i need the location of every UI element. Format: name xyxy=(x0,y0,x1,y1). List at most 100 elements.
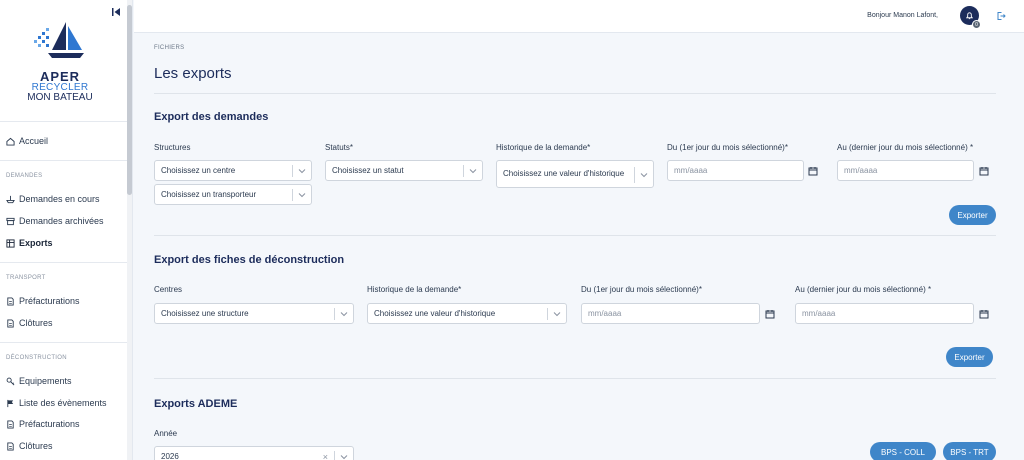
logout-icon[interactable] xyxy=(996,11,1006,21)
sidebar-item-label: Accueil xyxy=(19,136,49,146)
statut-select-placeholder: Choisissez un statut xyxy=(332,166,404,175)
statuts-label: Statuts* xyxy=(325,143,354,152)
sidebar-item-label: Clôtures xyxy=(19,318,53,328)
sidebar-item-demandes-archivees[interactable]: Demandes archivées xyxy=(6,213,104,229)
calendar-icon[interactable] xyxy=(765,309,775,319)
archive-icon xyxy=(6,217,15,225)
bps-coll-button[interactable]: BPS - COLL xyxy=(870,442,936,460)
sidebar-item-equipements[interactable]: Equipements xyxy=(6,373,72,389)
chevron-down-icon xyxy=(298,193,306,198)
sidebar-item-prefacturations[interactable]: Préfacturations xyxy=(6,293,80,309)
sidebar: APER RECYCLER MON BATEAU Accueil DEMANDE… xyxy=(0,0,133,460)
centre-select-placeholder: Choisissez un centre xyxy=(161,166,236,175)
structure-select[interactable]: Choisissez une structure xyxy=(154,303,354,324)
transporteur-select[interactable]: Choisissez un transporteur xyxy=(154,184,312,205)
select-separator xyxy=(334,308,335,320)
section-title-export-demandes: Export des demandes xyxy=(154,111,269,123)
table-icon xyxy=(6,238,15,248)
section-title-export-fiches: Export des fiches de déconstruction xyxy=(154,254,345,266)
calendar-icon[interactable] xyxy=(979,309,989,319)
au-label: Au (dernier jour du mois sélectionné) * xyxy=(837,143,974,152)
export-fiches-button[interactable]: Exporter xyxy=(946,347,993,367)
document-icon xyxy=(7,419,14,429)
annee-label: Année xyxy=(154,429,178,438)
sidebar-item-label: Préfacturations xyxy=(19,296,80,306)
sidebar-item-label: Préfacturations xyxy=(19,419,80,429)
chevron-down-icon xyxy=(553,312,561,317)
au-date-input[interactable]: mm/aaaa xyxy=(837,160,974,181)
statut-select[interactable]: Choisissez un statut xyxy=(325,160,483,181)
sidebar-scroll-thumb[interactable] xyxy=(127,5,132,195)
export-demandes-button[interactable]: Exporter xyxy=(949,205,996,225)
annee-select-value: 2026 xyxy=(161,452,179,460)
du-fiches-label: Du (1er jour du mois sélectionné)* xyxy=(581,285,702,294)
nav-section-deconstruction: DÉCONSTRUCTION xyxy=(6,355,67,361)
select-separator xyxy=(292,165,293,177)
brand-name: APER RECYCLER MON BATEAU xyxy=(0,70,120,103)
section-title-exports-ademe: Exports ADEME xyxy=(154,398,238,410)
du-date-input[interactable]: mm/aaaa xyxy=(667,160,804,181)
historique-fiches-select[interactable]: Choisissez une valeur d'historique xyxy=(367,303,567,324)
top-bar: Bonjour Manon Lafont, 0 xyxy=(134,0,1024,33)
chevron-down-icon xyxy=(298,169,306,174)
select-separator xyxy=(547,308,548,320)
sidebar-item-clotures[interactable]: Clôtures xyxy=(6,315,53,331)
chevron-down-icon xyxy=(340,312,348,317)
nav-section-transport: TRANSPORT xyxy=(6,275,46,281)
nav-divider xyxy=(0,342,127,343)
sidebar-item-accueil[interactable]: Accueil xyxy=(6,133,48,149)
au-fiches-date-input[interactable]: mm/aaaa xyxy=(795,303,974,324)
centre-select[interactable]: Choisissez un centre xyxy=(154,160,312,181)
clear-icon[interactable]: × xyxy=(323,452,328,460)
sidebar-item-label: Clôtures xyxy=(19,441,53,451)
sidebar-item-label: Demandes en cours xyxy=(19,194,100,204)
sidebar-item-exports[interactable]: Exports xyxy=(6,235,53,251)
document-icon xyxy=(7,318,14,328)
bell-icon xyxy=(965,12,974,20)
chevron-down-icon xyxy=(640,173,648,178)
du-fiches-date-input[interactable]: mm/aaaa xyxy=(581,303,760,324)
sidebar-item-label: Liste des évènements xyxy=(19,398,107,408)
aper-logo-icon xyxy=(34,22,84,58)
centres-label: Centres xyxy=(154,285,183,294)
structure-select-placeholder: Choisissez une structure xyxy=(161,309,249,318)
document-icon xyxy=(7,296,14,306)
structures-label: Structures xyxy=(154,143,191,152)
sidebar-scrollbar[interactable] xyxy=(127,0,132,460)
page-title: Les exports xyxy=(154,65,232,82)
historique-fiches-placeholder: Choisissez une valeur d'historique xyxy=(374,309,496,318)
nav-divider xyxy=(0,121,127,122)
select-separator xyxy=(634,167,635,183)
chevron-down-icon xyxy=(340,455,348,460)
au-fiches-label: Au (dernier jour du mois sélectionné) * xyxy=(795,285,932,294)
notification-count-badge: 0 xyxy=(972,20,981,29)
historique-label: Historique de la demande* xyxy=(496,143,591,152)
sidebar-item-demandes-en-cours[interactable]: Demandes en cours xyxy=(6,191,100,207)
sidebar-item-clotures-deconstruction[interactable]: Clôtures xyxy=(6,438,53,454)
historique-select[interactable]: Choisissez une valeur d'historique xyxy=(496,160,654,188)
nav-divider xyxy=(0,160,127,161)
section-divider xyxy=(154,235,996,236)
section-divider xyxy=(154,378,996,379)
chevron-down-icon xyxy=(469,169,477,174)
calendar-icon[interactable] xyxy=(979,166,989,176)
du-label: Du (1er jour du mois sélectionné)* xyxy=(667,143,788,152)
flag-icon xyxy=(7,399,14,407)
breadcrumb: FICHIERS xyxy=(154,45,185,51)
select-separator xyxy=(463,165,464,177)
select-separator xyxy=(334,451,335,460)
sidebar-item-liste-evenements[interactable]: Liste des évènements xyxy=(6,395,107,411)
annee-select[interactable]: 2026 × xyxy=(154,446,354,460)
sidebar-item-label: Equipements xyxy=(19,376,72,386)
nav-divider xyxy=(0,262,127,263)
transporteur-select-placeholder: Choisissez un transporteur xyxy=(161,190,257,199)
bps-trt-button[interactable]: BPS - TRT xyxy=(943,442,996,460)
collapse-sidebar-icon[interactable] xyxy=(111,7,121,17)
title-divider xyxy=(154,93,996,94)
historique-fiches-label: Historique de la demande* xyxy=(367,285,462,294)
calendar-icon[interactable] xyxy=(808,166,818,176)
sidebar-item-label: Exports xyxy=(19,238,53,248)
boat-icon xyxy=(6,195,15,203)
key-icon xyxy=(6,377,15,385)
sidebar-item-prefacturations-deconstruction[interactable]: Préfacturations xyxy=(6,416,80,432)
